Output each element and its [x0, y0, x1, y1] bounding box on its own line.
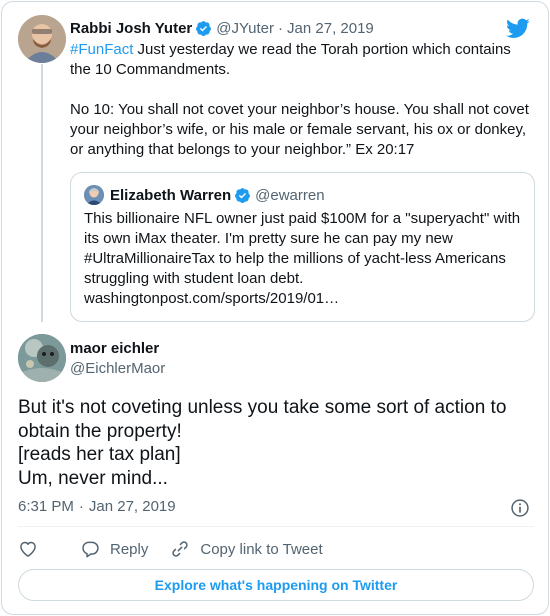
hashtag-link[interactable]: #FunFact — [70, 41, 133, 58]
reply-label: Reply — [110, 540, 149, 558]
copy-link-label: Copy link to Tweet — [200, 540, 323, 558]
info-icon[interactable] — [510, 498, 530, 518]
explore-twitter-button[interactable]: Explore what's happening on Twitter — [18, 569, 534, 601]
main-text-line-1: But it's not coveting unless you take so… — [18, 397, 507, 442]
separator-dot: · — [78, 498, 84, 515]
parent-tweet-header: Rabbi Josh Yuter @JYuter · Jan 27, 2019 — [70, 18, 374, 38]
reply-button[interactable]: Reply — [80, 539, 148, 559]
tweet-date[interactable]: Jan 27, 2019 — [89, 498, 176, 515]
tweet-time[interactable]: 6:31 PM — [18, 498, 74, 515]
quoted-link: washingtonpost.com/sports/2019/01… — [84, 290, 340, 307]
reply-icon — [82, 541, 99, 558]
avatar-maor-eichler[interactable] — [18, 334, 66, 382]
tweet-date[interactable]: Jan 27, 2019 — [287, 20, 374, 37]
divider — [18, 526, 534, 527]
parent-tweet-text: #FunFact Just yesterday we read the Tora… — [70, 40, 532, 160]
tweet-timestamp[interactable]: 6:31 PM · Jan 27, 2019 — [18, 498, 176, 515]
quoted-tweet-text: This billionaire NFL owner just paid $10… — [84, 209, 524, 309]
verified-badge-icon — [196, 20, 212, 36]
embedded-tweet-card: Rabbi Josh Yuter @JYuter · Jan 27, 2019 … — [1, 1, 549, 615]
quoted-author-name: Elizabeth Warren — [110, 186, 232, 204]
link-icon — [172, 541, 189, 557]
quoted-text: This billionaire NFL owner just paid $10… — [84, 210, 521, 287]
main-tweet-text: But it's not coveting unless you take so… — [18, 396, 540, 490]
main-text-line-2: [reads her tax plan] — [18, 444, 181, 465]
parent-text-line-2: No 10: You shall not covet your neighbor… — [70, 101, 529, 158]
parent-text-line-1: Just yesterday we read the Torah portion… — [70, 41, 511, 78]
quoted-tweet-header: Elizabeth Warren @ewarren — [84, 185, 325, 205]
tweet-actions: Reply Copy link to Tweet — [18, 538, 345, 560]
quoted-tweet[interactable]: Elizabeth Warren @ewarren This billionai… — [70, 172, 535, 322]
twitter-bird-icon[interactable] — [506, 16, 530, 40]
heart-icon — [20, 541, 36, 557]
main-author-name[interactable]: maor eichler — [70, 340, 159, 357]
thread-connector-line — [41, 64, 43, 322]
main-author-handle[interactable]: @EichlerMaor — [70, 360, 165, 377]
avatar-rabbi-josh-yuter[interactable] — [18, 15, 66, 63]
copy-link-button[interactable]: Copy link to Tweet — [170, 539, 323, 559]
separator-dot: · — [278, 19, 284, 37]
quoted-author-handle: @ewarren — [255, 186, 325, 204]
main-text-line-3: Um, never mind... — [18, 467, 168, 489]
author-handle[interactable]: @JYuter — [216, 20, 274, 37]
verified-badge-icon — [235, 187, 251, 203]
like-button[interactable] — [18, 539, 48, 559]
avatar-elizabeth-warren — [84, 185, 104, 205]
author-name[interactable]: Rabbi Josh Yuter — [70, 20, 192, 37]
